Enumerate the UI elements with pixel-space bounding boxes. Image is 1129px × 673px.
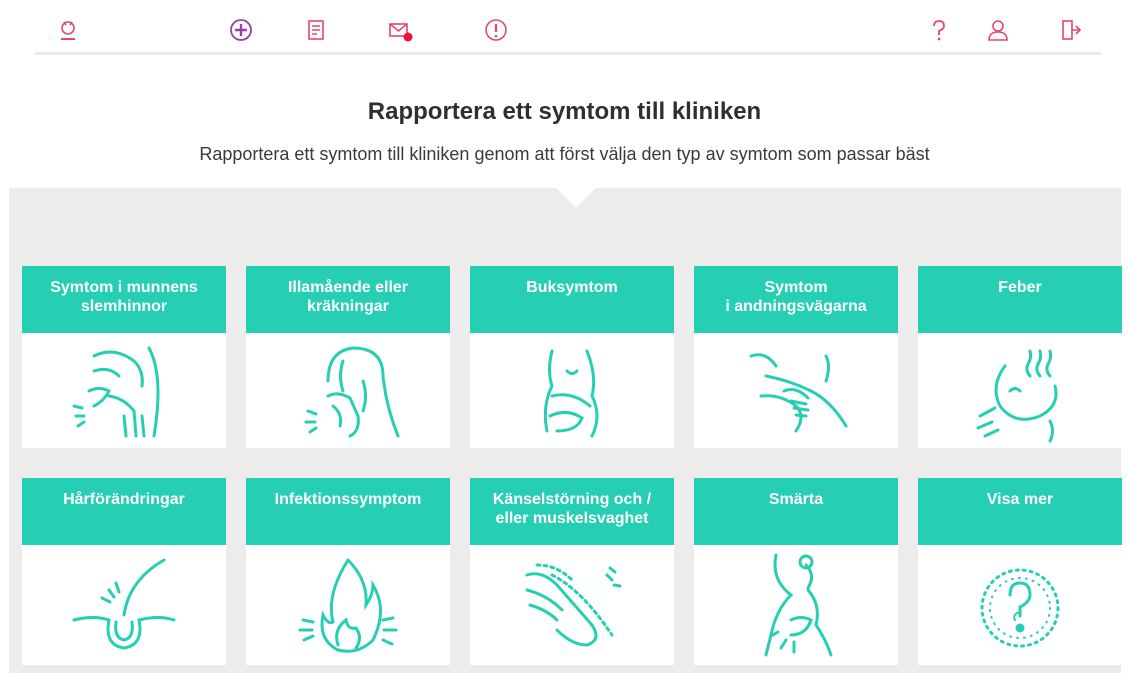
section-notch	[556, 188, 596, 208]
symptom-card-hair[interactable]: Hårförändringar	[22, 478, 226, 665]
mail-icon[interactable]	[387, 16, 413, 44]
card-title: Illamående eller kräkningar	[246, 266, 450, 333]
question-icon	[918, 545, 1122, 665]
pain-icon	[694, 545, 898, 665]
card-title: Smärta	[694, 478, 898, 545]
help-icon[interactable]	[926, 16, 952, 44]
fever-icon	[918, 333, 1122, 448]
symptom-card-breathing[interactable]: Symtom i andningsvägarna	[694, 266, 898, 448]
card-title: Hårförändringar	[22, 478, 226, 545]
hair-icon	[22, 545, 226, 665]
symptom-card-infection[interactable]: Infektionssymptom	[246, 478, 450, 665]
logout-icon[interactable]	[1058, 16, 1084, 44]
card-title: Feber	[918, 266, 1122, 333]
document-icon[interactable]	[303, 16, 329, 44]
breathing-icon	[694, 333, 898, 448]
card-title: Symtom i munnens slemhinnor	[22, 266, 226, 333]
user-icon[interactable]	[985, 16, 1011, 44]
numbness-icon	[470, 545, 674, 665]
card-title: Känselstörning och / eller muskelsvaghet	[470, 478, 674, 545]
symptom-card-show-more[interactable]: Visa mer	[918, 478, 1122, 665]
symptom-card-stomach[interactable]: Buksymtom	[470, 266, 674, 448]
infection-icon	[246, 545, 450, 665]
stomach-icon	[470, 333, 674, 448]
symptom-card-pain[interactable]: Smärta	[694, 478, 898, 665]
logo-icon[interactable]	[55, 16, 81, 44]
mouth-icon	[22, 333, 226, 448]
page-title: Rapportera ett symtom till kliniken	[367, 98, 762, 125]
card-title: Symtom i andningsvägarna	[694, 266, 898, 333]
card-title: Buksymtom	[470, 266, 674, 333]
card-title: Infektionssymptom	[246, 478, 450, 545]
alert-icon[interactable]	[483, 16, 509, 44]
card-title: Visa mer	[918, 478, 1122, 545]
add-circle-icon[interactable]	[228, 16, 254, 44]
symptom-card-nausea[interactable]: Illamående eller kräkningar	[246, 266, 450, 448]
topbar-divider	[35, 52, 1101, 55]
symptom-card-mouth[interactable]: Symtom i munnens slemhinnor	[22, 266, 226, 448]
top-navigation-bar	[0, 0, 1129, 56]
nausea-icon	[246, 333, 450, 448]
page-subtitle: Rapportera ett symtom till kliniken geno…	[199, 144, 930, 164]
page-header: Rapportera ett symtom till kliniken Rapp…	[0, 60, 1129, 190]
symptom-card-fever[interactable]: Feber	[918, 266, 1122, 448]
symptom-card-numbness[interactable]: Känselstörning och / eller muskelsvaghet	[470, 478, 674, 665]
